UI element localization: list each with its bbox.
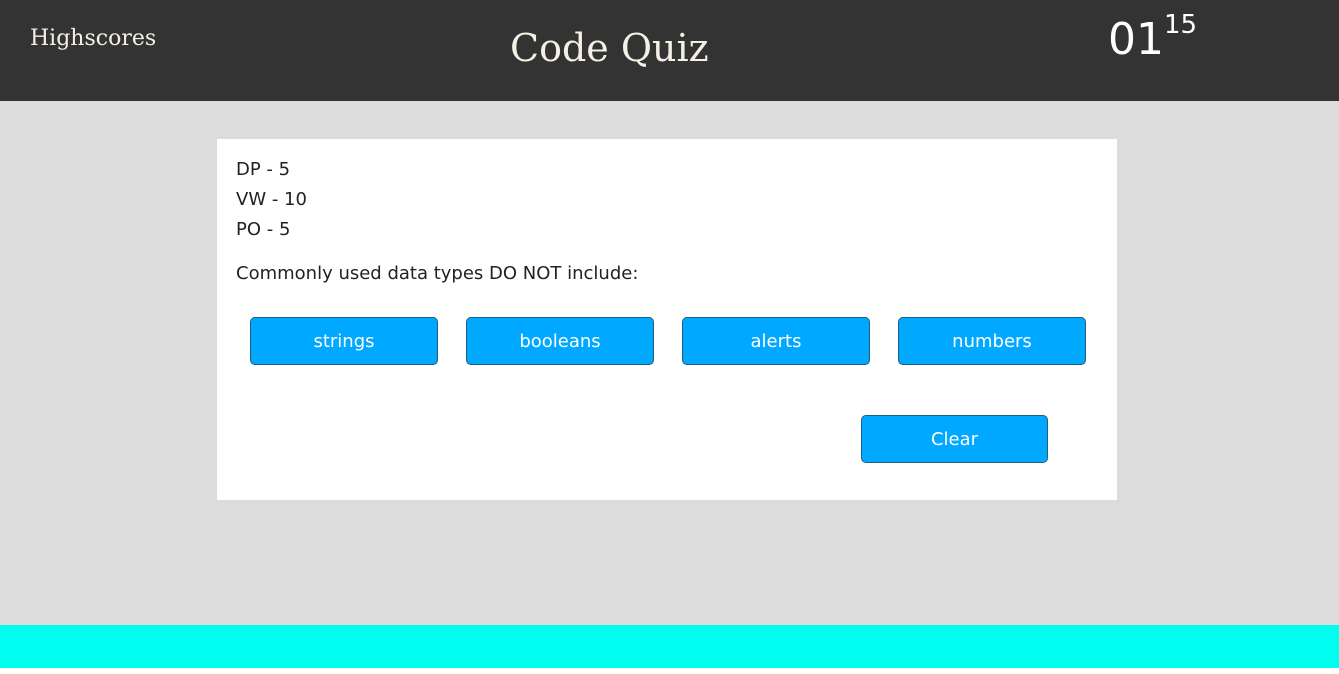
- timer-seconds: 15: [1164, 10, 1198, 40]
- score-row: VW - 10: [236, 189, 307, 210]
- answer-options: strings booleans alerts numbers: [250, 317, 1086, 365]
- score-row: DP - 5: [236, 159, 291, 180]
- page-title: Code Quiz: [510, 26, 709, 70]
- answer-button-booleans[interactable]: booleans: [466, 317, 654, 365]
- score-row: PO - 5: [236, 219, 291, 240]
- timer-minutes: 01: [1108, 14, 1164, 65]
- countdown-timer: 0115: [1108, 10, 1197, 66]
- answer-button-alerts[interactable]: alerts: [682, 317, 870, 365]
- answer-button-strings[interactable]: strings: [250, 317, 438, 365]
- footer-bar: [0, 625, 1339, 668]
- quiz-card: DP - 5 VW - 10 PO - 5 Commonly used data…: [217, 139, 1117, 500]
- answer-button-numbers[interactable]: numbers: [898, 317, 1086, 365]
- score-list: DP - 5 VW - 10 PO - 5: [236, 155, 307, 245]
- header-bar: Highscores Code Quiz 0115: [0, 0, 1339, 101]
- clear-button[interactable]: Clear: [861, 415, 1048, 463]
- bottom-strip: [0, 668, 1339, 674]
- question-text: Commonly used data types DO NOT include:: [236, 263, 639, 284]
- highscores-link[interactable]: Highscores: [30, 26, 156, 51]
